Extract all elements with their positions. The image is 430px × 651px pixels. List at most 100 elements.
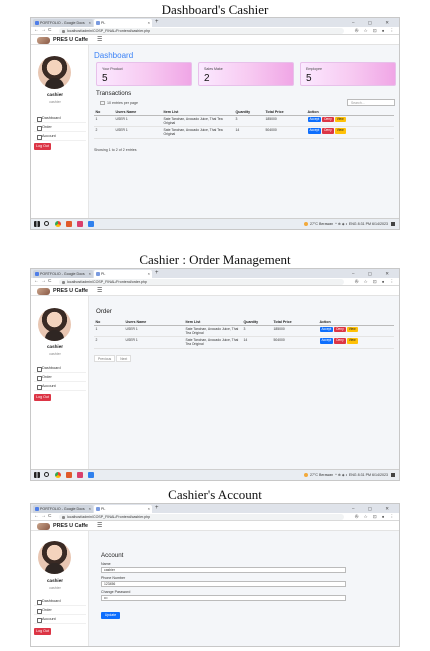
- vscode-icon[interactable]: [88, 221, 94, 227]
- window-controls[interactable]: – ▢ ✕: [352, 18, 395, 27]
- chrome-icon[interactable]: [55, 472, 61, 478]
- deny-button[interactable]: Deny: [334, 338, 346, 344]
- view-button[interactable]: View: [346, 326, 358, 333]
- next-button[interactable]: Next: [116, 355, 132, 362]
- sidebar-item-dashboard[interactable]: Dashboard: [34, 114, 86, 123]
- windows-start-icon[interactable]: [34, 472, 40, 478]
- accept-button[interactable]: Accept: [307, 128, 322, 134]
- new-tab-button[interactable]: +: [155, 18, 159, 27]
- previous-button[interactable]: Previous: [94, 355, 116, 362]
- url-input[interactable]: localhost/admin/COSP_FINAL/Frontend/cash…: [59, 514, 344, 520]
- browser-tab-bar: PORTFOLIO - Google Docs × PL × + – ▢ ✕: [31, 269, 399, 278]
- close-icon[interactable]: ×: [89, 505, 91, 513]
- cell-total: 504000: [272, 336, 318, 349]
- sidebar-item-account[interactable]: Account: [34, 132, 86, 141]
- extension-icons[interactable]: ✇ ☆ ⊡ ● ⋮: [355, 513, 396, 521]
- menu-toggle-icon[interactable]: ☰: [97, 286, 102, 296]
- search-icon[interactable]: [44, 472, 49, 477]
- new-tab-button[interactable]: +: [155, 504, 159, 513]
- view-button[interactable]: View: [346, 338, 358, 344]
- clock-time[interactable]: 8:31 PM: [358, 473, 371, 477]
- entries-selector[interactable]: 10 entries per page: [100, 101, 138, 106]
- url-input[interactable]: localhost/admin/COSP_FINAL/Frontend/orde…: [59, 279, 344, 285]
- extension-icons[interactable]: ✇ ☆ ⊡ ● ⋮: [355, 27, 396, 35]
- reload-icon[interactable]: C: [48, 27, 51, 35]
- deny-button[interactable]: Deny: [322, 116, 334, 123]
- view-button[interactable]: View: [334, 116, 346, 123]
- deny-button[interactable]: Deny: [322, 128, 334, 134]
- vscode-icon[interactable]: [88, 472, 94, 478]
- clock-time[interactable]: 8:31 PM: [358, 222, 371, 226]
- close-icon[interactable]: ×: [148, 505, 150, 513]
- app-icon[interactable]: [66, 221, 72, 227]
- forward-icon[interactable]: →: [41, 513, 46, 521]
- close-icon[interactable]: ×: [89, 270, 91, 278]
- sidebar-item-dashboard[interactable]: Dashboard: [34, 364, 86, 373]
- sidebar-item-order[interactable]: Order: [34, 373, 86, 382]
- browser-tab-docs[interactable]: PORTFOLIO - Google Docs ×: [33, 19, 93, 27]
- back-icon[interactable]: ←: [34, 27, 39, 35]
- cell-no: 1: [94, 115, 114, 128]
- cell-qty: 3: [234, 115, 264, 128]
- sidebar-item-order[interactable]: Order: [34, 123, 86, 132]
- clock-date[interactable]: 6/14/2023: [372, 222, 388, 226]
- search-input[interactable]: Search...: [347, 99, 395, 106]
- language-indicator[interactable]: ENG: [349, 222, 357, 226]
- entries-select[interactable]: [100, 101, 105, 106]
- app-icon[interactable]: [66, 472, 72, 478]
- sidebar-item-account[interactable]: Account: [34, 615, 86, 624]
- logout-button[interactable]: Log Out: [34, 394, 51, 401]
- extension-icons[interactable]: ✇ ☆ ⊡ ● ⋮: [355, 278, 396, 286]
- app-icon[interactable]: [77, 472, 83, 478]
- back-icon[interactable]: ←: [34, 278, 39, 286]
- menu-toggle-icon[interactable]: ☰: [97, 521, 102, 531]
- url-input[interactable]: localhost/admin/COSP_FINAL/Frontend/cash…: [59, 28, 344, 34]
- system-tray: 27°C Berawan ^ ⊕ ◈ ◐ ENG 8:31 PM 6/14/20…: [303, 470, 395, 480]
- menu-toggle-icon[interactable]: ☰: [97, 35, 102, 45]
- notification-icon[interactable]: [391, 473, 395, 478]
- back-icon[interactable]: ←: [34, 513, 39, 521]
- browser-tab-active[interactable]: PL ×: [94, 19, 152, 27]
- logout-button[interactable]: Log Out: [34, 628, 51, 635]
- sidebar-item-order[interactable]: Order: [34, 606, 86, 615]
- close-icon[interactable]: ×: [148, 270, 150, 278]
- app-icon[interactable]: [77, 221, 83, 227]
- tray-icons[interactable]: ^ ⊕ ◈ ◐: [335, 473, 348, 477]
- transactions-title: Transactions: [96, 90, 132, 97]
- language-indicator[interactable]: ENG: [349, 473, 357, 477]
- chrome-icon[interactable]: [55, 221, 61, 227]
- view-button[interactable]: View: [334, 128, 346, 134]
- forward-icon[interactable]: →: [41, 27, 46, 35]
- window-controls[interactable]: – ▢ ✕: [352, 504, 395, 513]
- weather-text[interactable]: 27°C Berawan: [310, 222, 333, 226]
- forward-icon[interactable]: →: [41, 278, 46, 286]
- sidebar-item-dashboard[interactable]: Dashboard: [34, 597, 86, 606]
- windows-start-icon[interactable]: [34, 221, 40, 227]
- logout-button[interactable]: Log Out: [34, 143, 51, 150]
- phone-field[interactable]: 123456: [101, 581, 346, 587]
- weather-text[interactable]: 27°C Berawan: [310, 473, 333, 477]
- window-controls[interactable]: – ▢ ✕: [352, 269, 395, 278]
- sidebar-item-account[interactable]: Account: [34, 382, 86, 391]
- browser-tab-docs[interactable]: PORTFOLIO - Google Docs ×: [33, 505, 93, 513]
- close-icon[interactable]: ×: [89, 19, 91, 27]
- search-icon[interactable]: [44, 221, 49, 226]
- accept-button[interactable]: Accept: [319, 326, 334, 333]
- clock-date[interactable]: 6/14/2023: [372, 473, 388, 477]
- new-tab-button[interactable]: +: [155, 269, 159, 278]
- browser-tab-docs[interactable]: PORTFOLIO - Google Docs ×: [33, 270, 93, 278]
- reload-icon[interactable]: C: [48, 278, 51, 286]
- deny-button[interactable]: Deny: [334, 326, 346, 333]
- notification-icon[interactable]: [391, 222, 395, 227]
- browser-tab-active[interactable]: PL ×: [94, 505, 152, 513]
- name-field[interactable]: cashier: [101, 567, 346, 573]
- tray-icons[interactable]: ^ ⊕ ◈ ◐: [335, 222, 348, 226]
- password-field[interactable]: •••: [101, 595, 346, 601]
- close-icon[interactable]: ×: [148, 19, 150, 27]
- accept-button[interactable]: Accept: [319, 338, 334, 344]
- stat-value: 5: [102, 73, 108, 84]
- browser-tab-active[interactable]: PL ×: [94, 270, 152, 278]
- update-button[interactable]: Update: [101, 612, 120, 619]
- reload-icon[interactable]: C: [48, 513, 51, 521]
- accept-button[interactable]: Accept: [307, 116, 322, 123]
